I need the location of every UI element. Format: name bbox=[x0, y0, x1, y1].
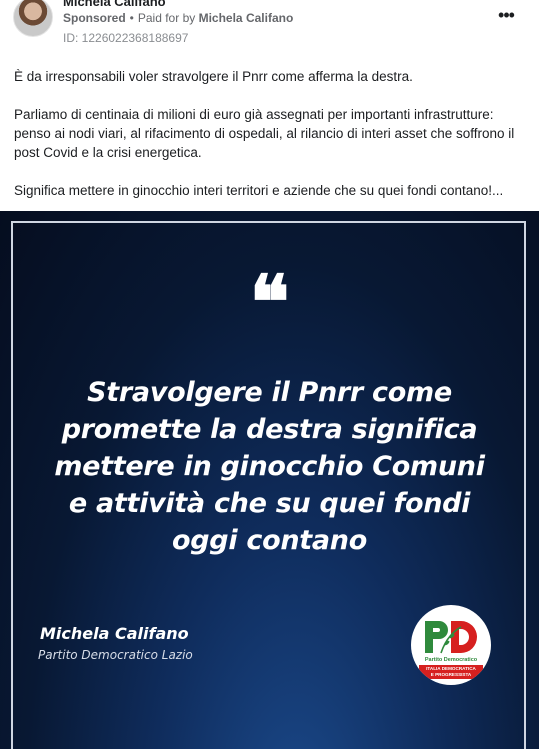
quote-line: e attività che su quei fondi bbox=[68, 488, 471, 519]
payer-name[interactable]: Michela Califano bbox=[199, 11, 294, 25]
ellipsis-icon: ••• bbox=[498, 5, 515, 25]
sponsored-label: Sponsored bbox=[63, 11, 126, 25]
quote-text: Stravolgere il Pnrr come promette la des… bbox=[30, 374, 509, 559]
logo-subtitle: Partito Democratico bbox=[424, 657, 478, 663]
ad-id: ID: 1226022368188697 bbox=[63, 31, 189, 45]
separator-dot: • bbox=[129, 11, 134, 25]
author-name[interactable]: Michela Califano bbox=[63, 0, 166, 9]
signature-name: Michela Califano bbox=[40, 624, 189, 643]
quote-line: promette la destra significa bbox=[61, 414, 478, 445]
quote-line: mettere in ginocchio Comuni bbox=[54, 451, 485, 482]
quote-mark-icon: ❝ bbox=[249, 260, 290, 346]
quote-line: oggi contano bbox=[172, 525, 367, 556]
pd-logo: Partito Democratico ITALIA DEMOCRATICA E… bbox=[411, 605, 491, 685]
sponsored-line: Sponsored • Paid for by Michela Califano bbox=[63, 11, 293, 25]
logo-band: ITALIA DEMOCRATICA E PROGRESSISTA bbox=[419, 665, 483, 679]
post-body: È da irresponsabili voler stravolgere il… bbox=[14, 67, 529, 219]
post-header: Michela Califano Sponsored • Paid for by M… bbox=[0, 0, 539, 56]
more-options-button[interactable]: ••• bbox=[491, 3, 521, 27]
body-paragraph: È da irresponsabili voler stravolgere il… bbox=[14, 69, 413, 84]
body-paragraph: Significa mettere in ginocchio interi te… bbox=[14, 183, 504, 198]
ad-creative-image[interactable]: ❝ Stravolgere il Pnrr come promette la d… bbox=[0, 211, 539, 749]
paid-for-prefix: Paid for by bbox=[137, 11, 196, 25]
author-avatar[interactable] bbox=[13, 0, 53, 37]
body-paragraph: Parliamo di centinaia di milioni di euro… bbox=[14, 107, 515, 160]
logo-band-line: E PROGRESSISTA bbox=[430, 672, 472, 677]
quote-line: Stravolgere il Pnrr come bbox=[87, 377, 452, 408]
signature-party: Partito Democratico Lazio bbox=[38, 648, 193, 662]
